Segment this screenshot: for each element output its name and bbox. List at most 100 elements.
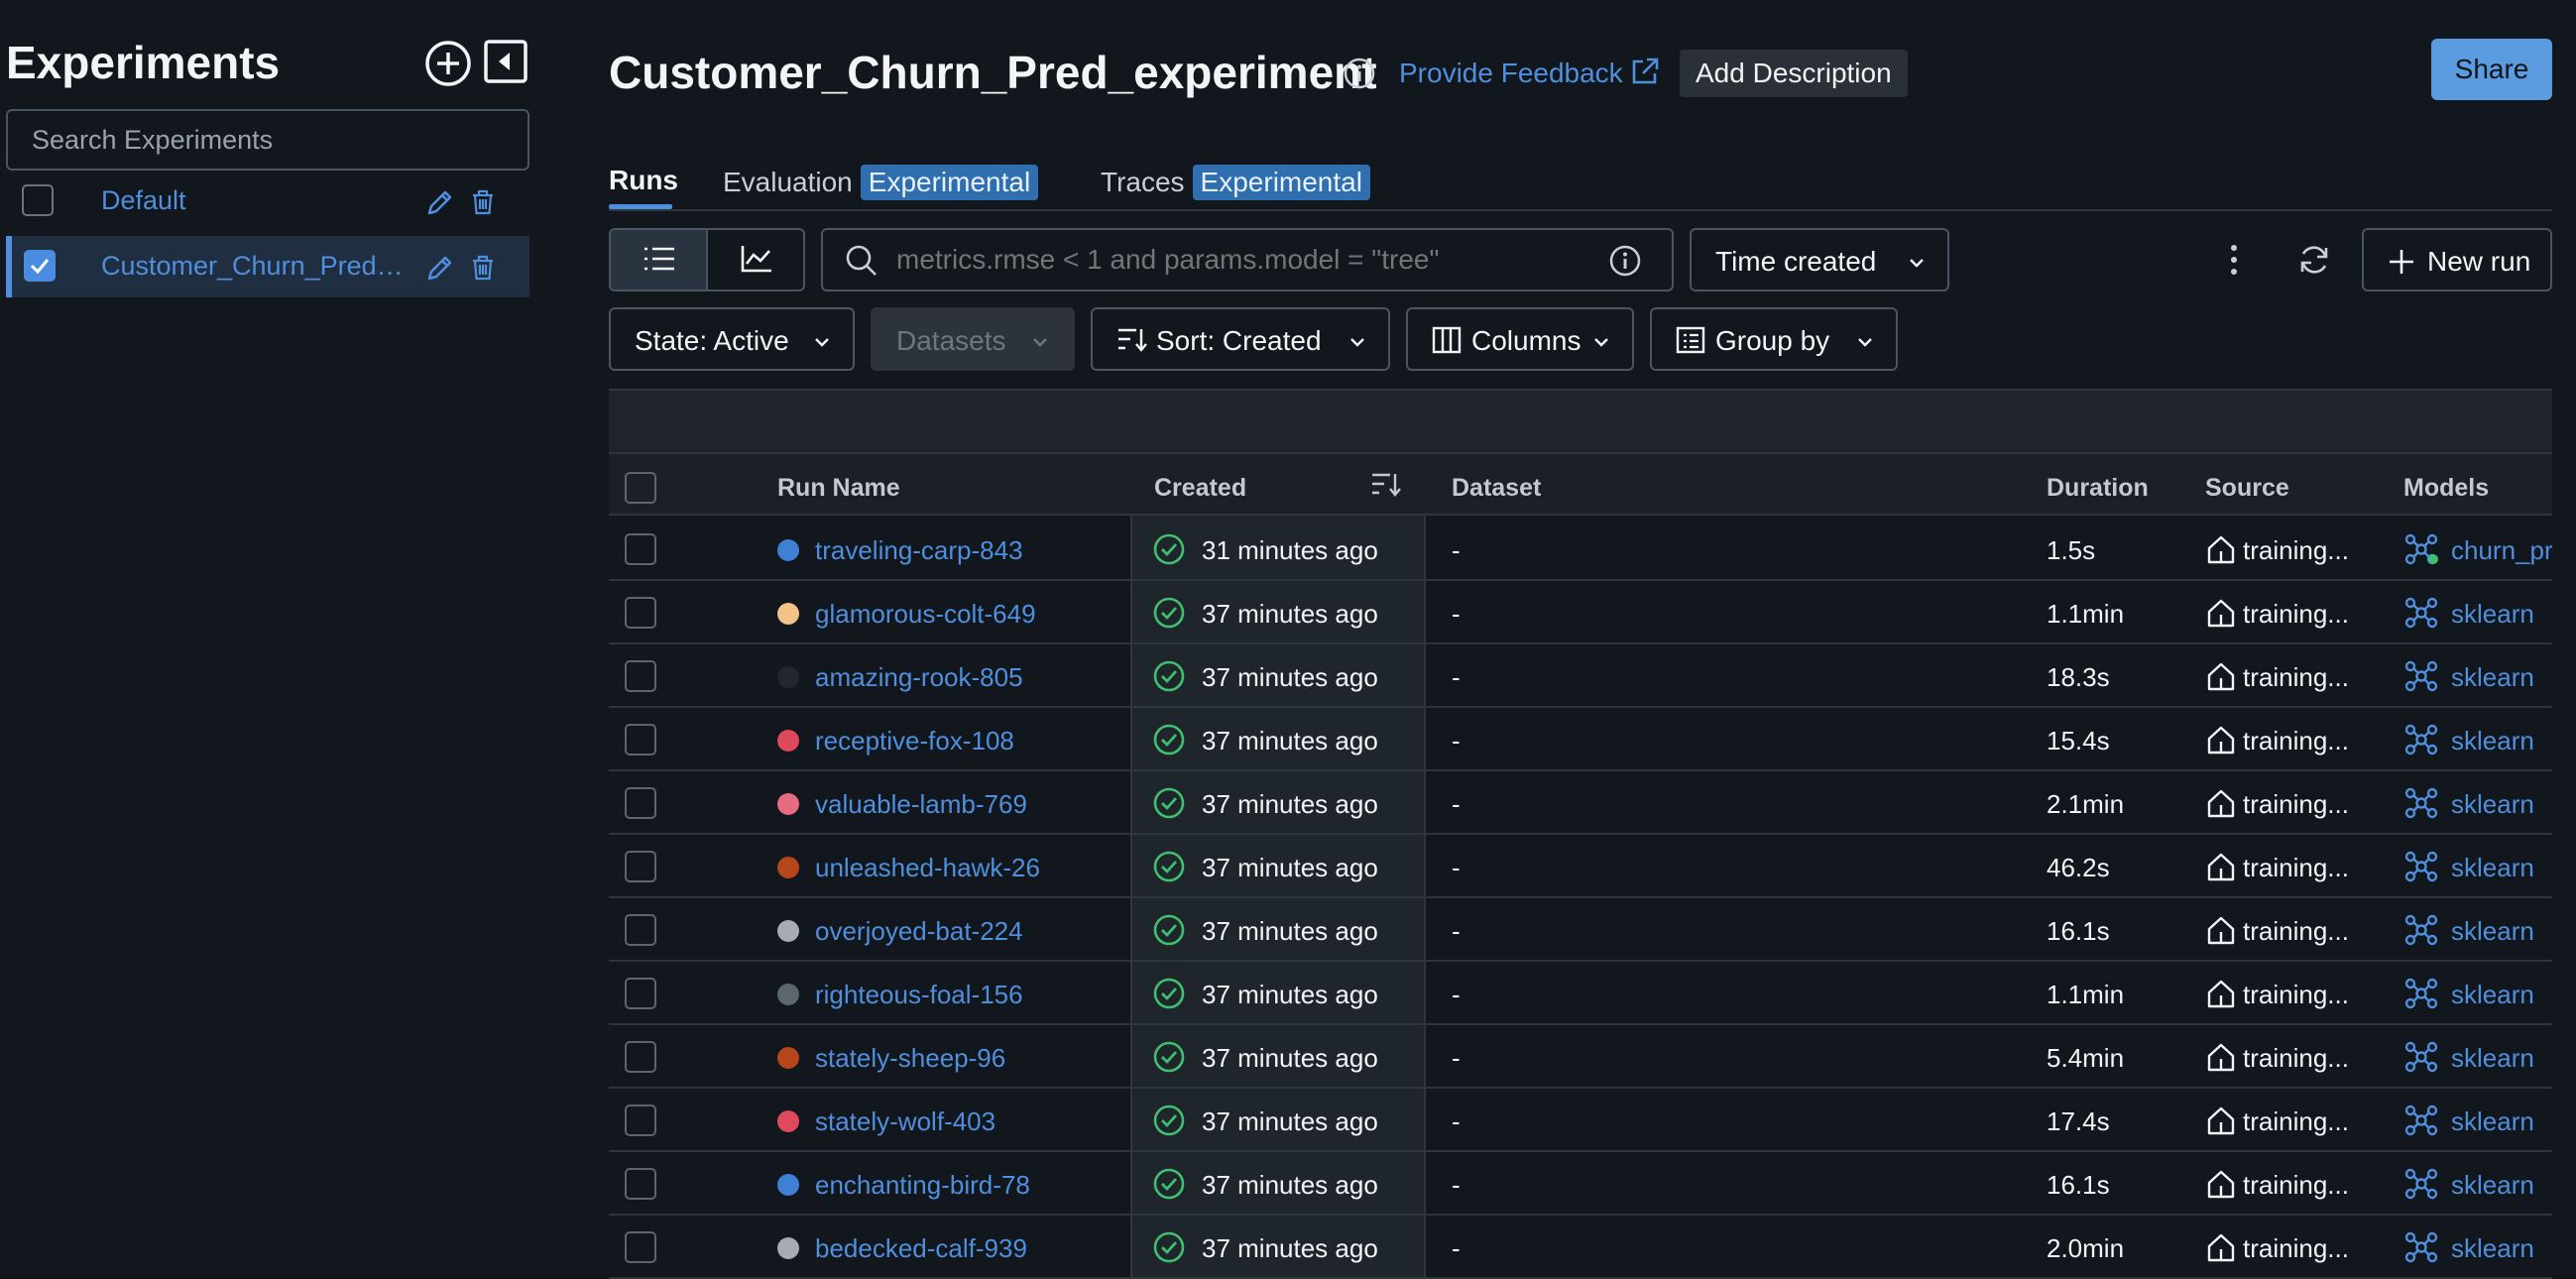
run-filter-input[interactable] <box>894 238 1588 282</box>
run-name-link[interactable]: unleashed-hawk-26 <box>815 853 1040 883</box>
table-row[interactable]: stately-sheep-96 37 minutes ago - 5.4min tra… <box>609 1025 2552 1089</box>
search-experiments-input[interactable] <box>6 109 529 171</box>
row-checkbox[interactable] <box>625 724 656 756</box>
model-link[interactable]: sklearn <box>2451 789 2552 820</box>
provide-feedback-link[interactable]: Provide Feedback <box>1399 58 1623 89</box>
experiment-checkbox[interactable] <box>22 184 54 216</box>
row-checkbox[interactable] <box>625 533 656 565</box>
source-cell[interactable]: training... <box>2243 535 2349 566</box>
table-row[interactable]: stately-wolf-403 37 minutes ago - 17.4s trai… <box>609 1089 2552 1152</box>
table-row[interactable]: glamorous-colt-649 37 minutes ago - 1.1min t… <box>609 581 2552 644</box>
trash-icon[interactable] <box>470 254 496 282</box>
table-row[interactable]: overjoyed-bat-224 37 minutes ago - 16.1s tra… <box>609 898 2552 962</box>
run-name-link[interactable]: righteous-foal-156 <box>815 980 1023 1010</box>
column-header-dataset[interactable]: Dataset <box>1452 474 1541 503</box>
row-checkbox[interactable] <box>625 851 656 882</box>
table-view-button[interactable] <box>611 230 708 290</box>
run-name-link[interactable]: receptive-fox-108 <box>815 726 1014 756</box>
experiment-item-customer-churn[interactable]: Customer_Churn_Pred_experiment <box>6 236 529 297</box>
add-description-button[interactable]: Add Description <box>1680 50 1908 97</box>
source-cell[interactable]: training... <box>2243 599 2349 630</box>
group-by-dropdown[interactable]: Group by <box>1650 307 1898 371</box>
table-row[interactable]: amazing-rook-805 37 minutes ago - 18.3s trai… <box>609 644 2552 708</box>
run-name-link[interactable]: stately-wolf-403 <box>815 1106 995 1137</box>
datasets-dropdown[interactable]: Datasets <box>871 307 1075 371</box>
table-row[interactable]: valuable-lamb-769 37 minutes ago - 2.1min tr… <box>609 771 2552 835</box>
source-cell[interactable]: training... <box>2243 980 2349 1010</box>
column-header-created[interactable]: Created <box>1154 474 1246 503</box>
row-checkbox[interactable] <box>625 597 656 629</box>
model-link[interactable]: sklearn <box>2451 1233 2552 1264</box>
column-header-duration[interactable]: Duration <box>2047 474 2149 503</box>
run-filter-search[interactable] <box>821 228 1674 291</box>
model-link[interactable]: sklearn <box>2451 980 2552 1010</box>
source-cell[interactable]: training... <box>2243 916 2349 947</box>
model-link[interactable]: sklearn <box>2451 853 2552 883</box>
source-cell[interactable]: training... <box>2243 853 2349 883</box>
source-cell[interactable]: training... <box>2243 1170 2349 1201</box>
tab-traces[interactable]: Traces Experimental <box>1101 165 1370 200</box>
model-link[interactable]: churn_pred <box>2451 535 2552 566</box>
table-row[interactable]: unleashed-hawk-26 37 minutes ago - 46.2s tra… <box>609 835 2552 898</box>
run-name-link[interactable]: valuable-lamb-769 <box>815 789 1027 820</box>
more-options-icon[interactable] <box>2221 242 2247 278</box>
sort-dropdown[interactable]: Sort: Created <box>1091 307 1390 371</box>
column-header-models[interactable]: Models <box>2403 474 2489 503</box>
trash-icon[interactable] <box>470 188 496 216</box>
row-checkbox[interactable] <box>625 1231 656 1263</box>
pencil-icon[interactable] <box>424 252 456 284</box>
share-button[interactable]: Share <box>2431 39 2552 100</box>
time-created-dropdown[interactable]: Time created <box>1690 228 1949 291</box>
pencil-icon[interactable] <box>424 186 456 218</box>
run-name-link[interactable]: enchanting-bird-78 <box>815 1170 1030 1201</box>
run-name-link[interactable]: traveling-carp-843 <box>815 535 1023 566</box>
chart-view-button[interactable] <box>708 230 803 290</box>
source-cell[interactable]: training... <box>2243 1106 2349 1137</box>
model-link[interactable]: sklearn <box>2451 726 2552 756</box>
collapse-sidebar-icon[interactable] <box>484 40 527 83</box>
table-row[interactable]: enchanting-bird-78 37 minutes ago - 16.1s tr… <box>609 1152 2552 1216</box>
table-row[interactable]: receptive-fox-108 37 minutes ago - 15.4s tra… <box>609 708 2552 771</box>
model-link[interactable]: sklearn <box>2451 1106 2552 1137</box>
tab-evaluation[interactable]: Evaluation Experimental <box>723 165 1039 200</box>
table-row[interactable]: traveling-carp-843 31 minutes ago - 1.5s tra… <box>609 518 2552 581</box>
info-icon[interactable] <box>1608 244 1642 278</box>
state-filter-dropdown[interactable]: State: Active <box>609 307 855 371</box>
table-row[interactable]: righteous-foal-156 37 minutes ago - 1.1min t… <box>609 962 2552 1025</box>
source-cell[interactable]: training... <box>2243 1233 2349 1264</box>
experiment-checkbox[interactable] <box>24 250 56 282</box>
tab-runs[interactable]: Runs <box>609 165 678 196</box>
model-link[interactable]: sklearn <box>2451 1043 2552 1074</box>
row-checkbox[interactable] <box>625 787 656 819</box>
experiment-name[interactable]: Default <box>101 185 409 216</box>
select-all-checkbox[interactable] <box>625 472 656 504</box>
model-link[interactable]: sklearn <box>2451 599 2552 630</box>
model-link[interactable]: sklearn <box>2451 1170 2552 1201</box>
experiment-name[interactable]: Customer_Churn_Pred_experiment <box>101 251 410 282</box>
row-checkbox[interactable] <box>625 914 656 946</box>
info-icon[interactable] <box>1343 57 1376 90</box>
refresh-icon[interactable] <box>2296 242 2332 278</box>
row-checkbox[interactable] <box>625 660 656 692</box>
table-row[interactable]: bedecked-calf-939 37 minutes ago - 2.0min tr… <box>609 1216 2552 1279</box>
model-link[interactable]: sklearn <box>2451 662 2552 693</box>
column-header-run-name[interactable]: Run Name <box>777 474 900 503</box>
row-checkbox[interactable] <box>625 1105 656 1136</box>
source-cell[interactable]: training... <box>2243 1043 2349 1074</box>
source-cell[interactable]: training... <box>2243 789 2349 820</box>
source-cell[interactable]: training... <box>2243 662 2349 693</box>
row-checkbox[interactable] <box>625 978 656 1009</box>
new-run-button[interactable]: New run <box>2362 228 2552 291</box>
source-cell[interactable]: training... <box>2243 726 2349 756</box>
external-link-icon[interactable] <box>1629 56 1661 87</box>
add-experiment-icon[interactable] <box>424 40 472 87</box>
experiment-item-default[interactable]: Default <box>6 171 529 232</box>
row-checkbox[interactable] <box>625 1041 656 1073</box>
run-name-link[interactable]: glamorous-colt-649 <box>815 599 1036 630</box>
model-link[interactable]: sklearn <box>2451 916 2552 947</box>
columns-dropdown[interactable]: Columns <box>1406 307 1634 371</box>
column-header-source[interactable]: Source <box>2205 474 2289 503</box>
row-checkbox[interactable] <box>625 1168 656 1200</box>
run-name-link[interactable]: stately-sheep-96 <box>815 1043 1005 1074</box>
run-name-link[interactable]: amazing-rook-805 <box>815 662 1023 693</box>
